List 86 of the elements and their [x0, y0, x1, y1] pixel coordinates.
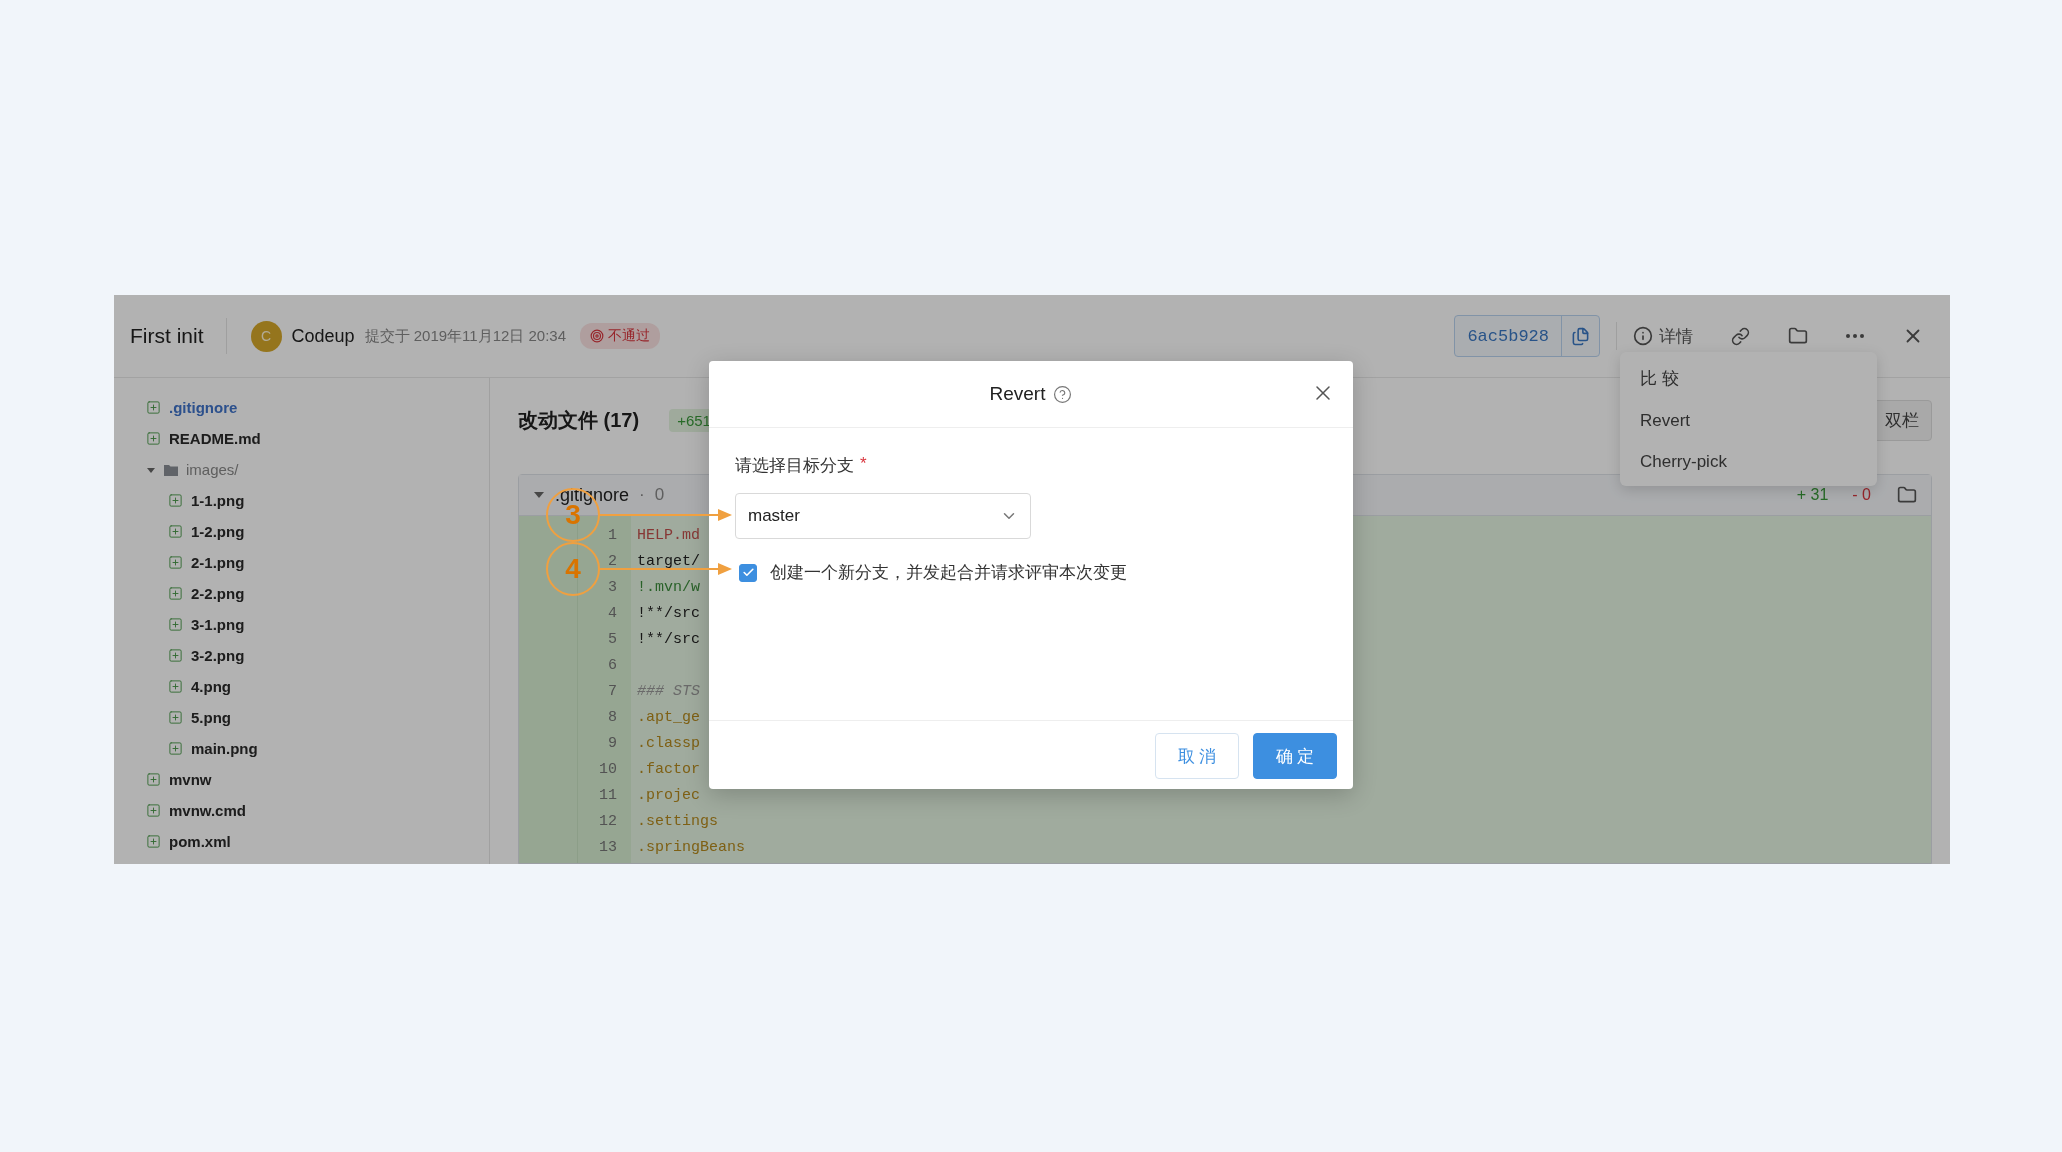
line-number: 4 [607, 604, 618, 622]
details-button[interactable]: 详情 [1629, 320, 1697, 352]
folder-icon[interactable] [1897, 485, 1917, 505]
checkbox-label[interactable]: 创建一个新分支，并发起合并请求评审本次变更 [770, 561, 1127, 584]
code-line: ### STS [636, 682, 700, 700]
code-line: target/ [636, 552, 700, 570]
line-number: 8 [607, 708, 618, 726]
line-number: 9 [607, 734, 618, 752]
added-file-icon [168, 710, 183, 725]
file-name[interactable]: .gitignore [169, 399, 238, 416]
line-number: 3 [607, 578, 618, 596]
code-line: .settings [636, 812, 718, 830]
file-name[interactable]: 5.png [191, 709, 231, 726]
link-icon [1731, 326, 1750, 346]
code-line: HELP.md [636, 526, 700, 544]
line-number: 5 [607, 630, 618, 648]
added-file-icon [146, 400, 161, 415]
file-name[interactable]: mvnw.cmd [169, 802, 246, 819]
added-file-icon [168, 617, 183, 632]
file-name[interactable]: 2-1.png [191, 554, 245, 571]
added-file-icon [168, 741, 183, 756]
menu-item[interactable]: Cherry-pick [1620, 441, 1877, 482]
status-icon [590, 329, 605, 343]
file-name[interactable]: pom.xml [169, 833, 231, 850]
code-line: !**/src [636, 604, 700, 622]
line-number: 1 [607, 526, 618, 544]
line-number: 7 [607, 682, 618, 700]
file-name[interactable]: main.png [191, 740, 258, 757]
separator-dot: · [639, 485, 645, 505]
added-file-icon [168, 648, 183, 663]
line-number: 11 [598, 786, 618, 804]
commit-title: First init [130, 324, 204, 348]
file-name[interactable]: 3-1.png [191, 616, 245, 633]
code-line: .apt_ge [636, 708, 700, 726]
file-name[interactable]: 2-2.png [191, 585, 245, 602]
code-line: .classp [636, 734, 700, 752]
added-file-icon [146, 431, 161, 446]
lines-removed: - 0 [1852, 486, 1871, 504]
check-icon [741, 566, 755, 579]
annotation-marker: 4 [546, 542, 600, 596]
added-file-icon [146, 772, 161, 787]
field-label: 请选择目标分支 [735, 455, 854, 477]
author-avatar: C [250, 320, 282, 352]
added-file-icon [168, 586, 183, 601]
code-line: .projec [636, 786, 700, 804]
line-number: 10 [598, 760, 618, 778]
code-line: .factor [636, 760, 700, 778]
lines-added: + 31 [1796, 486, 1829, 504]
commit-hash[interactable]: 6ac5b928 [1455, 316, 1561, 356]
more-icon [1846, 334, 1864, 338]
copy-icon [1571, 326, 1590, 346]
code-line: !.mvn/w [636, 578, 700, 596]
commit-time: 提交于 2019年11月12日 20:34 [364, 326, 567, 346]
added-file-icon [146, 803, 161, 818]
code-line: !**/src [636, 630, 700, 648]
checkbox[interactable] [739, 563, 757, 582]
added-file-icon [146, 834, 161, 849]
file-name[interactable]: 3-2.png [191, 647, 245, 664]
file-name[interactable]: 4.png [191, 678, 231, 695]
folder-icon [1788, 326, 1808, 346]
help-icon[interactable] [1053, 384, 1073, 404]
dialog-title: Revert [989, 383, 1046, 405]
added-file-icon [168, 555, 183, 570]
changes-title: 改动文件 (17) [518, 407, 640, 433]
added-file-icon [168, 524, 183, 539]
menu-item[interactable]: 比 较 [1620, 356, 1877, 400]
line-number: 6 [607, 656, 618, 674]
file-name[interactable]: 1-1.png [191, 492, 245, 509]
author-name: Codeup [291, 325, 355, 347]
added-file-icon [168, 679, 183, 694]
added-file-icon [168, 493, 183, 508]
comment-count: 0 [654, 485, 665, 505]
line-number: 12 [598, 812, 618, 830]
line-number: 2 [607, 552, 618, 570]
folder-icon [164, 463, 178, 476]
line-number: 13 [598, 838, 618, 856]
file-name[interactable]: 1-2.png [191, 523, 245, 540]
status-text: 不通过 [608, 327, 651, 345]
cancel-button[interactable]: 取 消 [1155, 733, 1239, 779]
info-icon [1633, 326, 1653, 346]
file-name[interactable]: mvnw [169, 771, 212, 788]
required-asterisk: * [860, 454, 867, 475]
caret-icon[interactable] [533, 490, 545, 500]
branch-select[interactable]: master [735, 493, 1031, 539]
code-line: .springBeans [636, 838, 746, 856]
file-name[interactable]: README.md [169, 430, 261, 447]
